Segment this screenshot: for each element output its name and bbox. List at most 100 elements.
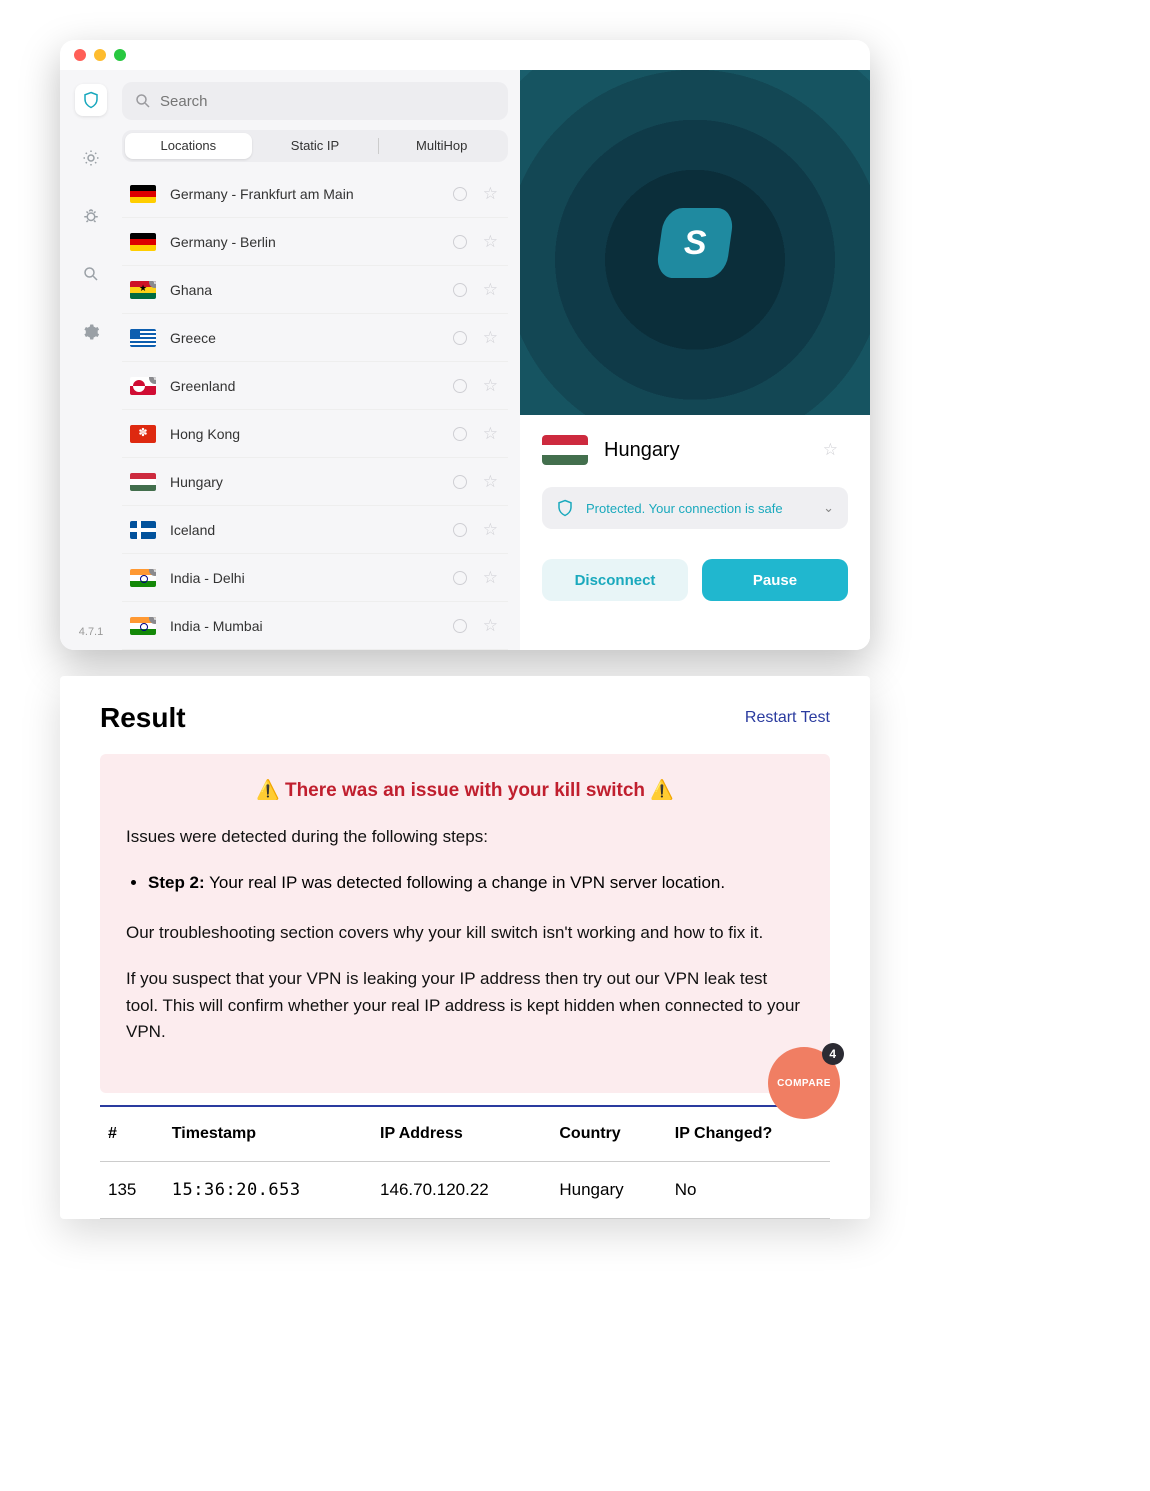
favorite-star-icon[interactable]: ☆ — [483, 424, 498, 444]
app-version: 4.7.1 — [79, 626, 103, 638]
location-name: India - Delhi — [170, 570, 453, 586]
connected-location: Hungary ☆ — [542, 435, 848, 465]
favorite-star-icon[interactable]: ☆ — [483, 184, 498, 204]
restart-test-link[interactable]: Restart Test — [745, 709, 830, 727]
alert-title: ⚠️ There was an issue with your kill swi… — [126, 778, 804, 802]
leak-text: If you suspect that your VPN is leaking … — [126, 966, 804, 1045]
flag-icon — [130, 329, 156, 347]
disconnect-button[interactable]: Disconnect — [542, 559, 688, 601]
location-row[interactable]: V India - Delhi ☆ — [122, 554, 508, 602]
location-row[interactable]: Hong Kong ☆ — [122, 410, 508, 458]
vpn-app-window: 4.7.1 Locations Static IP MultiHop Germa… — [60, 40, 870, 650]
location-row[interactable]: Germany - Berlin ☆ — [122, 218, 508, 266]
location-row[interactable]: Greece ☆ — [122, 314, 508, 362]
flag-icon: V — [130, 569, 156, 587]
location-type-tabs: Locations Static IP MultiHop — [122, 130, 508, 162]
location-name: Hungary — [170, 474, 453, 490]
ip-log-table: # Timestamp IP Address Country IP Change… — [100, 1105, 830, 1219]
locations-list[interactable]: Germany - Frankfurt am Main☆Germany - Be… — [122, 170, 508, 650]
tab-locations[interactable]: Locations — [125, 133, 252, 159]
sidebar-alert-icon[interactable] — [75, 142, 107, 174]
tab-static-ip[interactable]: Static IP — [252, 133, 379, 159]
flag-icon: V — [130, 377, 156, 395]
flag-icon — [130, 185, 156, 203]
sidebar-settings-icon[interactable] — [75, 316, 107, 348]
location-name: India - Mumbai — [170, 618, 453, 634]
maximize-window-button[interactable] — [114, 49, 126, 61]
flag-icon — [130, 521, 156, 539]
flag-icon: V — [130, 281, 156, 299]
select-radio[interactable] — [453, 283, 467, 297]
connection-hero: S — [520, 70, 870, 415]
compare-label: COMPARE — [777, 1078, 831, 1089]
favorite-star-icon[interactable]: ☆ — [483, 280, 498, 300]
status-text: Protected. Your connection is safe — [586, 501, 783, 516]
select-radio[interactable] — [453, 235, 467, 249]
chevron-down-icon: ⌄ — [823, 500, 834, 516]
col-country: Country — [551, 1106, 666, 1162]
issues-intro: Issues were detected during the followin… — [126, 824, 804, 850]
surfshark-logo-icon: S — [655, 208, 735, 278]
compare-button[interactable]: COMPARE 4 — [768, 1047, 840, 1119]
pause-button[interactable]: Pause — [702, 559, 848, 601]
favorite-star-icon[interactable]: ☆ — [483, 328, 498, 348]
connected-country: Hungary — [604, 439, 807, 462]
select-radio[interactable] — [453, 571, 467, 585]
location-name: Greenland — [170, 378, 453, 394]
col-ip: IP Address — [372, 1106, 551, 1162]
window-titlebar — [60, 40, 870, 70]
location-name: Germany - Frankfurt am Main — [170, 186, 453, 202]
compare-count-badge: 4 — [822, 1043, 844, 1065]
location-row[interactable]: Hungary ☆ — [122, 458, 508, 506]
minimize-window-button[interactable] — [94, 49, 106, 61]
table-row: 135 15:36:20.653 146.70.120.22 Hungary N… — [100, 1162, 830, 1219]
location-name: Hong Kong — [170, 426, 453, 442]
select-radio[interactable] — [453, 523, 467, 537]
location-name: Germany - Berlin — [170, 234, 453, 250]
result-section: Result Restart Test ⚠️ There was an issu… — [60, 676, 870, 1219]
tab-multihop[interactable]: MultiHop — [378, 133, 505, 159]
favorite-star-icon[interactable]: ☆ — [823, 440, 838, 460]
result-title: Result — [100, 702, 186, 734]
favorite-star-icon[interactable]: ☆ — [483, 568, 498, 588]
favorite-star-icon[interactable]: ☆ — [483, 616, 498, 636]
shield-icon — [556, 499, 574, 517]
favorite-star-icon[interactable]: ☆ — [483, 520, 498, 540]
search-field[interactable] — [122, 82, 508, 120]
col-timestamp: Timestamp — [164, 1106, 372, 1162]
sidebar-shield-icon[interactable] — [75, 84, 107, 116]
troubleshoot-text: Our troubleshooting section covers why y… — [126, 920, 804, 946]
select-radio[interactable] — [453, 379, 467, 393]
location-name: Greece — [170, 330, 453, 346]
location-row[interactable]: V Greenland ☆ — [122, 362, 508, 410]
issue-step-2: Step 2: Your real IP was detected follow… — [148, 870, 804, 896]
select-radio[interactable] — [453, 187, 467, 201]
select-radio[interactable] — [453, 475, 467, 489]
hungary-flag-icon — [542, 435, 588, 465]
location-name: Ghana — [170, 282, 453, 298]
sidebar-search-icon[interactable] — [75, 258, 107, 290]
select-radio[interactable] — [453, 331, 467, 345]
search-icon — [134, 92, 152, 110]
favorite-star-icon[interactable]: ☆ — [483, 376, 498, 396]
flag-icon — [130, 233, 156, 251]
favorite-star-icon[interactable]: ☆ — [483, 472, 498, 492]
col-num: # — [100, 1106, 164, 1162]
flag-icon — [130, 473, 156, 491]
sidebar: 4.7.1 — [60, 70, 122, 650]
location-row[interactable]: V India - Mumbai ☆ — [122, 602, 508, 650]
select-radio[interactable] — [453, 427, 467, 441]
location-row[interactable]: Iceland ☆ — [122, 506, 508, 554]
location-row[interactable]: Germany - Frankfurt am Main ☆ — [122, 170, 508, 218]
flag-icon — [130, 425, 156, 443]
favorite-star-icon[interactable]: ☆ — [483, 232, 498, 252]
search-input[interactable] — [160, 93, 496, 110]
location-row[interactable]: V Ghana ☆ — [122, 266, 508, 314]
sidebar-bug-icon[interactable] — [75, 200, 107, 232]
location-name: Iceland — [170, 522, 453, 538]
select-radio[interactable] — [453, 619, 467, 633]
protection-status[interactable]: Protected. Your connection is safe ⌄ — [542, 487, 848, 529]
locations-panel: Locations Static IP MultiHop Germany - F… — [122, 70, 520, 650]
close-window-button[interactable] — [74, 49, 86, 61]
flag-icon: V — [130, 617, 156, 635]
